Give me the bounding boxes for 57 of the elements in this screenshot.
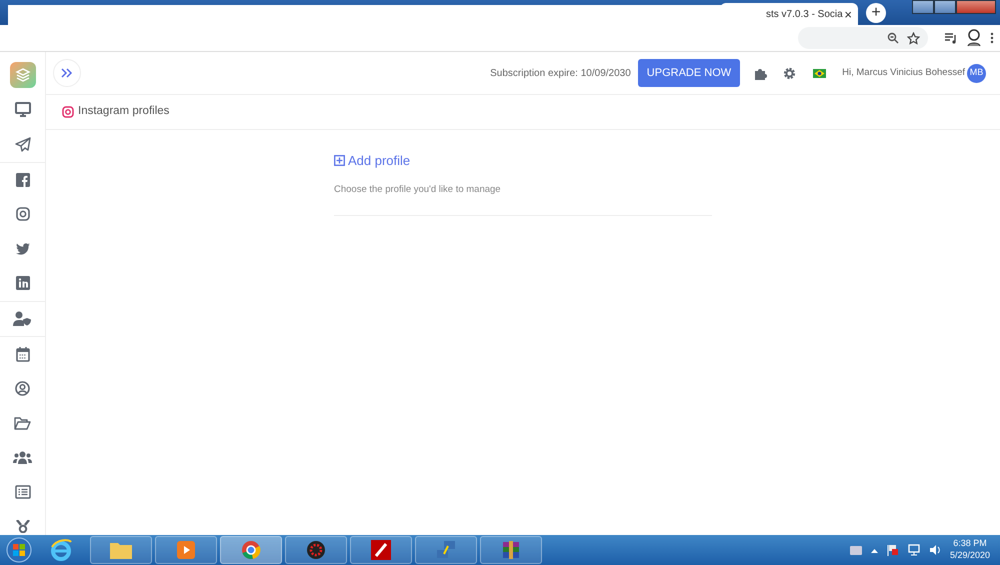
puzzle-icon[interactable]	[754, 66, 768, 80]
tab-close-button[interactable]: ×	[844, 8, 852, 20]
zoom-icon[interactable]	[887, 32, 899, 44]
flag-alert-icon[interactable]	[886, 544, 899, 556]
page-title: Instagram profiles	[78, 104, 170, 120]
maximize-button[interactable]	[934, 0, 956, 14]
clock-time: 6:38 PM	[952, 538, 988, 550]
users-icon[interactable]	[13, 451, 32, 464]
play-icon	[177, 541, 195, 559]
add-profile-link[interactable]: Add profile	[334, 150, 410, 170]
greeting-text: Hi, Marcus Vinicius Bohessef	[842, 66, 965, 80]
folder-icon	[109, 540, 133, 560]
instagram-icon	[62, 106, 74, 118]
folder-taskbar-button[interactable]	[90, 536, 152, 564]
caret-icon[interactable]	[870, 548, 878, 552]
playlist-icon[interactable]	[944, 32, 958, 44]
hint-text: Choose the profile you'd like to manage	[334, 183, 502, 197]
speaker-icon[interactable]	[928, 544, 941, 556]
computers-icon	[435, 540, 457, 560]
close-button[interactable]	[956, 0, 996, 14]
monitor-icon[interactable]	[14, 102, 30, 118]
gear-taskbar-button[interactable]	[285, 536, 347, 564]
start-button[interactable]	[4, 536, 34, 564]
address-bar[interactable]	[798, 27, 928, 49]
sidebar-toggle-button[interactable]	[53, 59, 81, 87]
chrome-icon	[241, 540, 261, 560]
keyboard-icon[interactable]	[850, 546, 862, 554]
settings-icon[interactable]	[783, 66, 796, 80]
upgrade-button[interactable]: UPGRADE NOW	[638, 58, 740, 88]
linkedin-icon[interactable]	[16, 276, 30, 290]
clock-date: 5/29/2020	[950, 550, 990, 562]
medal-icon[interactable]	[16, 520, 30, 534]
calendar-icon[interactable]	[16, 346, 30, 362]
minimize-button[interactable]	[912, 0, 934, 14]
folder-icon[interactable]	[14, 416, 31, 430]
user-avatar[interactable]: MB	[967, 64, 986, 82]
instagram-icon[interactable]	[16, 207, 30, 222]
subscription-text: Subscription expire: 10/09/2030	[490, 66, 631, 80]
double-chevron-icon	[61, 68, 73, 78]
clock[interactable]: 6:38 PM 5/29/2020	[950, 538, 990, 562]
paper-plane-icon[interactable]	[14, 136, 30, 152]
user-circle-icon[interactable]	[15, 381, 30, 396]
user-shield-icon[interactable]	[13, 311, 32, 326]
plus-square-icon	[334, 155, 345, 166]
star-icon[interactable]	[907, 32, 920, 44]
gear-icon	[306, 540, 326, 560]
new-tab-button[interactable]: +	[866, 3, 886, 23]
facebook-icon[interactable]	[16, 172, 30, 187]
profile-icon[interactable]	[966, 29, 982, 47]
filezilla-taskbar-button[interactable]	[350, 536, 412, 564]
browser-icon[interactable]	[49, 538, 73, 562]
archive-taskbar-button[interactable]	[480, 536, 542, 564]
bird-icon[interactable]	[14, 242, 30, 256]
menu-icon[interactable]	[990, 32, 994, 44]
list-icon[interactable]	[14, 485, 30, 500]
flag-icon[interactable]	[813, 68, 826, 78]
tab-title: sts v7.0.3 - Socia	[766, 8, 843, 22]
